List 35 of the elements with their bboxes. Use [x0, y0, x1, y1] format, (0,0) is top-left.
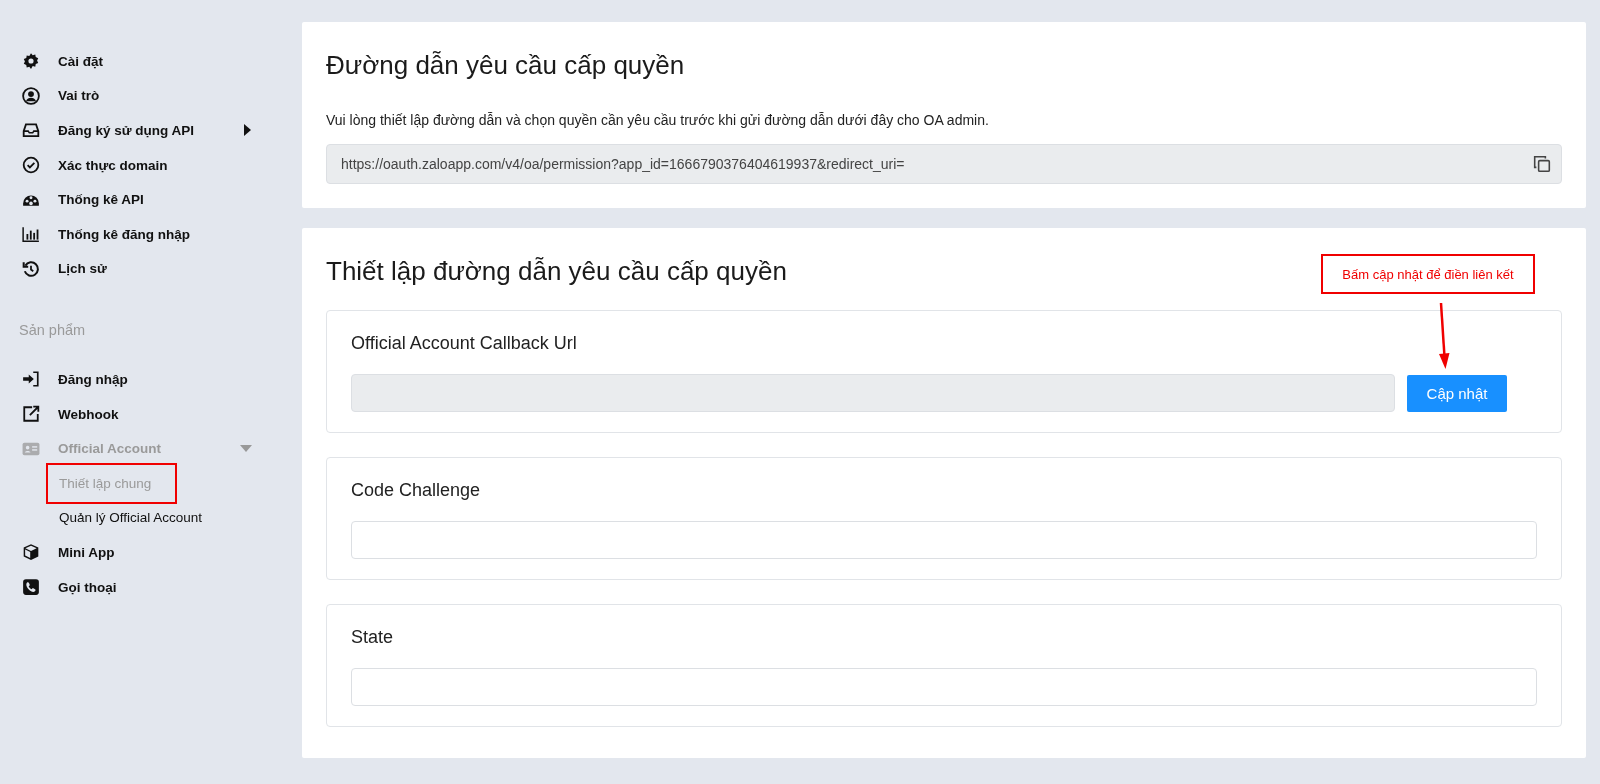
input-field[interactable] [351, 374, 1395, 412]
user-circle-icon [22, 86, 40, 105]
input-field[interactable] [351, 668, 1537, 706]
sign-in-icon [22, 370, 40, 389]
field-label: State [351, 627, 395, 648]
inbox-tray-icon [22, 121, 40, 140]
sidebar-item[interactable]: Cài đặt [0, 44, 302, 79]
card-title: Thiết lập đường dẫn yêu cầu cấp quyền [326, 255, 787, 288]
description-text: Vui lòng thiết lập đường dẫn và chọn quyền cần yêu cầu trước khi gửi đường dẫn dưới đây cho OA admin. [326, 112, 990, 128]
annotation-callout: Bấm cập nhật để điền liên kết [1321, 254, 1535, 294]
sidebar-item[interactable]: Webhook [0, 396, 302, 432]
settings-icon [22, 52, 40, 71]
external-link-icon [22, 405, 40, 424]
sidebar-item[interactable]: Đăng nhập [0, 362, 302, 397]
sidebar-item[interactable]: Gọi thoại [0, 569, 302, 605]
field-label: Code Challenge [351, 480, 482, 501]
check-circle-icon [22, 156, 40, 175]
cube-icon [22, 543, 40, 562]
sidebar-item[interactable]: Thống kê API [0, 182, 302, 217]
sidebar-item[interactable]: Đăng ký sử dụng API [0, 113, 302, 148]
input-field[interactable] [351, 521, 1537, 559]
bar-chart-icon [22, 225, 40, 244]
caret-right-icon[interactable] [244, 124, 252, 137]
field-label: Official Account Callback Url [351, 333, 578, 354]
card-title: Đường dẫn yêu cầu cấp quyền [326, 49, 685, 82]
section-header: Sản phẩm [18, 321, 87, 341]
sidebar-item[interactable]: Lịch sử [0, 251, 302, 287]
url-field[interactable]: https://oauth.zaloapp.com/v4/oa/permission?app_id=1666790376404619937&redirect_uri= [326, 144, 1562, 184]
copy-icon[interactable] [1533, 155, 1551, 173]
sidebar-item[interactable]: Mini App [0, 535, 302, 570]
phone-icon [22, 578, 40, 596]
history-icon [22, 259, 40, 278]
sidebar-item[interactable]: Vai trò [0, 78, 302, 114]
sidebar-item[interactable]: Thống kê đăng nhập [0, 216, 302, 252]
sidebar-item[interactable]: Xác thực domain [0, 147, 302, 183]
